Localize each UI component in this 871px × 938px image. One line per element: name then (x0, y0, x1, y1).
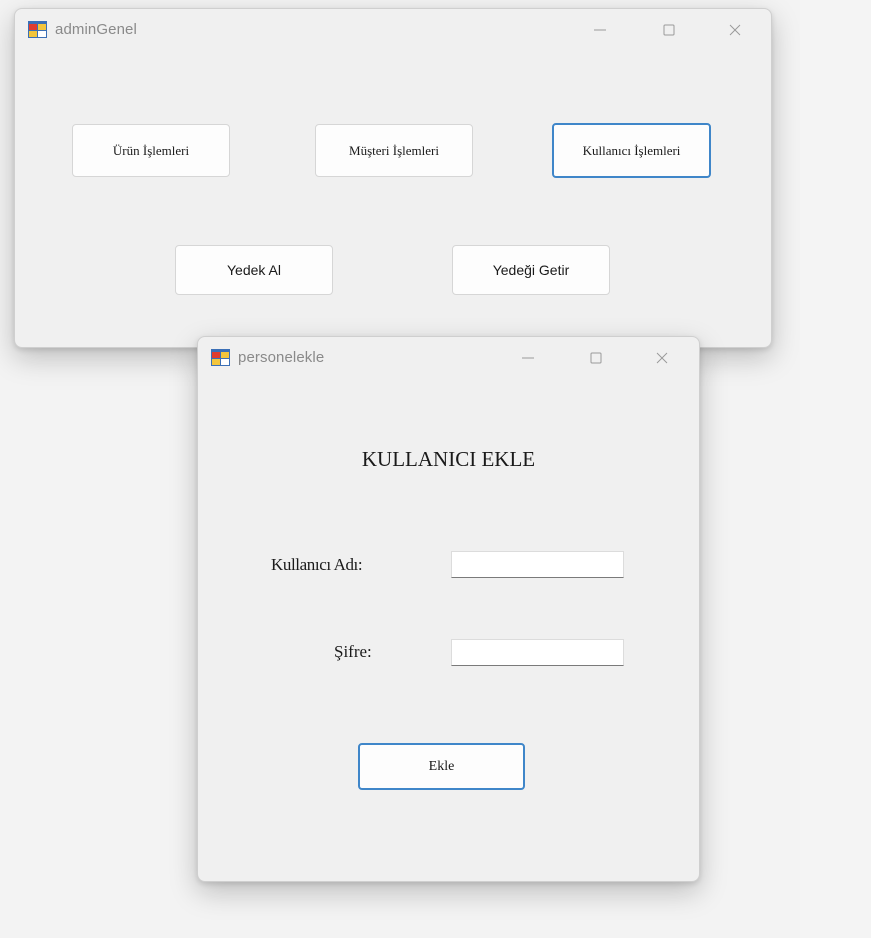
yedegi-getir-button[interactable]: Yedeği Getir (452, 245, 610, 295)
musteri-islemleri-label: Müşteri İşlemleri (349, 142, 439, 158)
musteri-islemleri-button[interactable]: Müşteri İşlemleri (315, 124, 473, 177)
close-icon (729, 24, 741, 36)
app-icon (28, 21, 47, 38)
personel-titlebar[interactable]: personelekle (198, 337, 699, 381)
ekle-label: Ekle (428, 758, 455, 774)
password-input[interactable] (451, 639, 624, 666)
maximize-icon (590, 352, 602, 364)
password-label: Şifre: (334, 642, 372, 661)
close-button[interactable] (715, 15, 755, 45)
maximize-button[interactable] (576, 343, 616, 373)
minimize-button[interactable] (580, 15, 620, 45)
yedegi-getir-label: Yedeği Getir (492, 262, 570, 278)
kullanici-islemleri-label: Kullanıcı İşlemleri (582, 142, 681, 158)
personel-window-title: personelekle (238, 349, 325, 366)
yedek-al-label: Yedek Al (227, 262, 281, 278)
username-label: Kullanıcı Adı: (271, 555, 363, 574)
form-heading: KULLANICI EKLE (361, 447, 536, 471)
maximize-button[interactable] (649, 15, 689, 45)
maximize-icon (663, 24, 675, 36)
yedek-al-button[interactable]: Yedek Al (175, 245, 333, 295)
username-input[interactable] (451, 551, 624, 578)
close-icon (656, 352, 668, 364)
app-icon (211, 349, 230, 366)
urun-islemleri-label: Ürün İşlemleri (112, 142, 190, 158)
urun-islemleri-button[interactable]: Ürün İşlemleri (72, 124, 230, 177)
kullanici-islemleri-button[interactable]: Kullanıcı İşlemleri (552, 123, 711, 178)
desktop-background (800, 0, 871, 938)
minimize-icon (594, 29, 606, 31)
admin-window-title: adminGenel (55, 21, 137, 38)
personel-window: personelekle KULLANICI EKLE Kullanıcı Ad… (197, 336, 700, 882)
ekle-button[interactable]: Ekle (358, 743, 525, 790)
minimize-button[interactable] (508, 343, 548, 373)
close-button[interactable] (642, 343, 682, 373)
admin-titlebar[interactable]: adminGenel (15, 9, 771, 53)
minimize-icon (522, 357, 534, 359)
admin-window: adminGenel Ürün İşlemleri Müşteri İşleml… (14, 8, 772, 348)
